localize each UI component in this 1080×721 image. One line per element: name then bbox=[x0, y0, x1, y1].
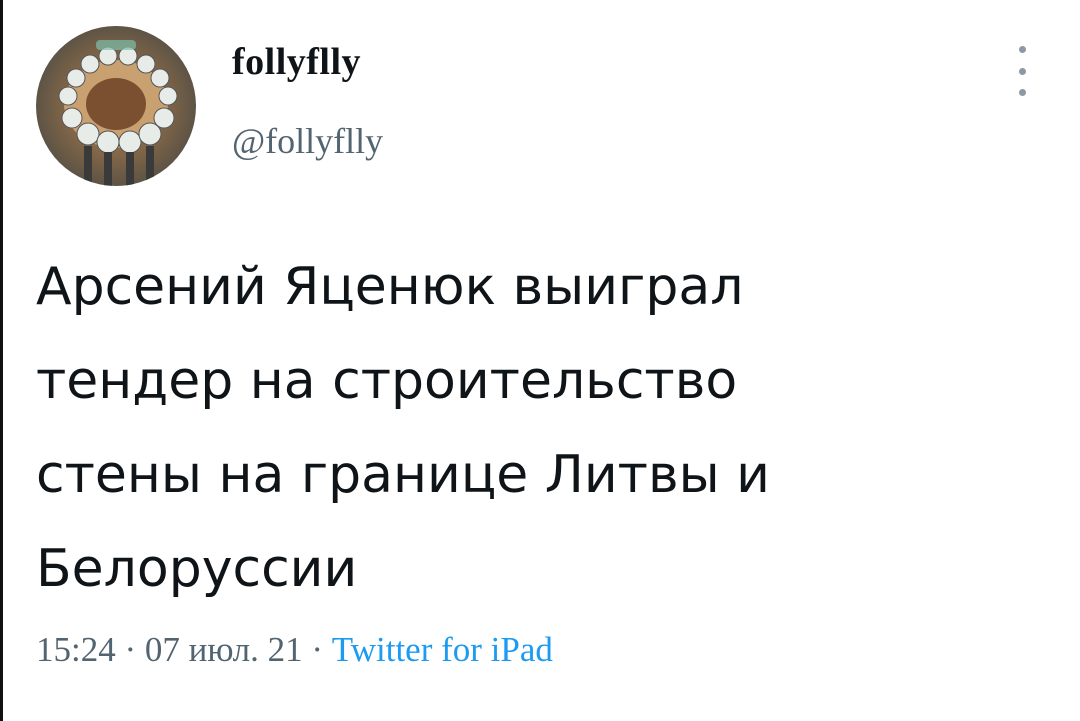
tweet-time[interactable]: 15:24 bbox=[36, 630, 116, 669]
dot bbox=[1018, 46, 1026, 53]
tweet-text-line: стены на границе Литвы и bbox=[36, 445, 770, 505]
window-edge bbox=[0, 0, 3, 721]
tweet-text-line: Белоруссии bbox=[36, 539, 358, 599]
tweet-metadata: 15:24 · 07 июл. 21 · Twitter for iPad bbox=[36, 630, 553, 670]
more-vertical-icon[interactable] bbox=[1010, 46, 1034, 96]
tweet-source-link[interactable]: Twitter for iPad bbox=[332, 630, 553, 669]
dot bbox=[1018, 89, 1026, 96]
dot bbox=[1018, 67, 1026, 75]
tweet-text-line: тендер на строительство bbox=[36, 351, 738, 411]
tweet-text: Арсений Яценюк выиграл тендер на строите… bbox=[36, 240, 1046, 616]
meta-separator: · bbox=[302, 630, 332, 669]
tweet-date[interactable]: 07 июл. 21 bbox=[145, 630, 303, 669]
display-name[interactable]: follyflly bbox=[232, 40, 361, 84]
user-handle[interactable]: @follyflly bbox=[232, 120, 383, 162]
meta-separator: · bbox=[115, 630, 145, 669]
avatar-image bbox=[36, 26, 196, 186]
tweet-text-line: Арсений Яценюк выиграл bbox=[36, 257, 744, 317]
avatar[interactable] bbox=[36, 26, 196, 186]
